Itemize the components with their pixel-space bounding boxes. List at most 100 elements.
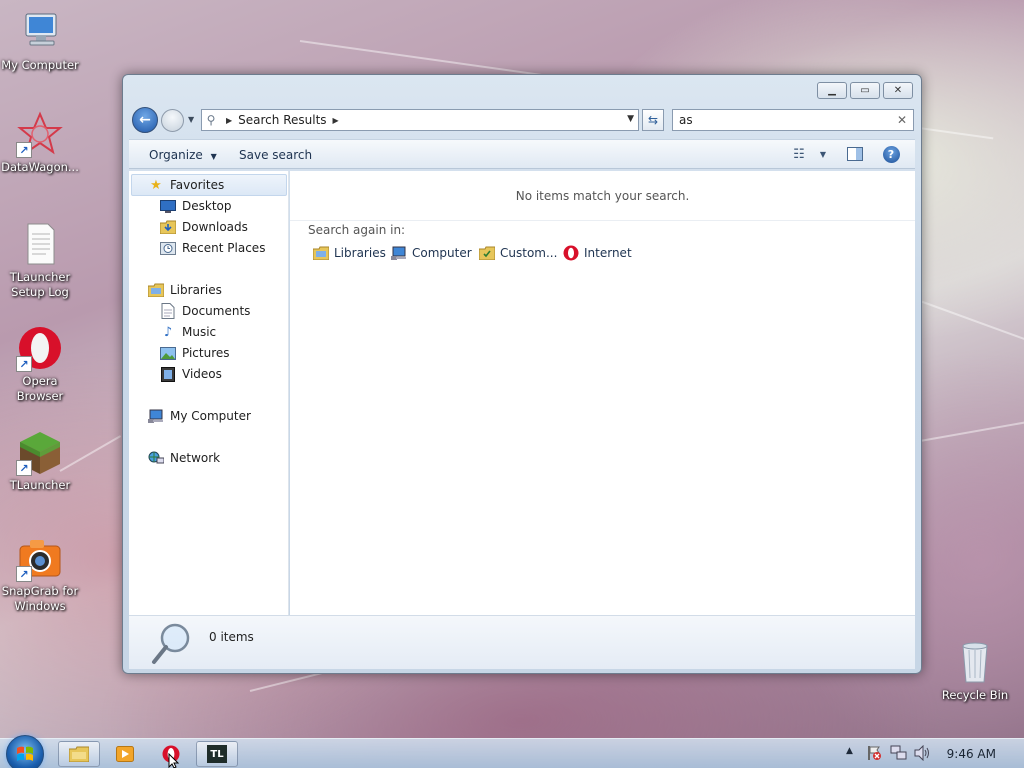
computer-icon	[147, 408, 165, 424]
mouse-cursor-icon	[168, 752, 180, 768]
desktop-icon-snapgrab[interactable]: ↗ SnapGrab for Windows	[0, 534, 80, 614]
minimize-icon: ▁	[828, 84, 836, 96]
desktop-icon-label: Recycle Bin	[941, 688, 1009, 702]
show-hidden-icons-button[interactable]: ▲	[846, 746, 853, 756]
datawagon-icon: ↗	[16, 110, 64, 158]
nav-item-label: Videos	[182, 367, 222, 381]
clear-search-icon[interactable]: ✕	[897, 113, 907, 127]
nav-item-recent-places[interactable]: Recent Places	[159, 238, 265, 258]
nav-item-desktop[interactable]: Desktop	[159, 196, 232, 216]
pictures-icon	[159, 345, 177, 361]
maximize-button[interactable]: ▭	[850, 82, 880, 99]
videos-icon	[159, 366, 177, 382]
recent-pages-dropdown[interactable]: ▼	[188, 115, 194, 124]
desktop-icon-label: TLauncher Setup Log	[9, 270, 71, 299]
close-icon: ✕	[893, 84, 903, 96]
search-input[interactable]: as ✕	[672, 109, 914, 131]
computer-icon	[16, 8, 64, 56]
search-again-label: Custom...	[500, 246, 558, 260]
breadcrumb-search-results[interactable]: Search Results	[238, 113, 326, 127]
nav-item-music[interactable]: ♪ Music	[159, 322, 216, 342]
custom-folder-icon	[478, 245, 496, 261]
search-again-label: Search again in:	[308, 223, 406, 237]
folder-icon	[69, 746, 89, 762]
shortcut-arrow-icon: ↗	[16, 566, 32, 582]
nav-item-label: Libraries	[170, 283, 222, 297]
close-button[interactable]: ✕	[883, 82, 913, 99]
taskbar-media-player[interactable]	[104, 741, 146, 767]
view-dropdown-icon[interactable]: ▼	[813, 145, 833, 163]
desktop-icon-recycle-bin[interactable]: Recycle Bin	[935, 638, 1015, 703]
help-icon: ?	[882, 145, 900, 163]
desktop-icon-tlauncher-setup-log[interactable]: TLauncher Setup Log	[0, 220, 80, 300]
action-center-icon[interactable]	[866, 745, 882, 764]
search-again-custom[interactable]: Custom...	[478, 245, 557, 261]
text-document-icon	[16, 220, 64, 268]
wallpaper-streak	[919, 300, 1024, 343]
nav-item-favorites[interactable]: ★ Favorites	[147, 175, 224, 195]
libraries-icon	[312, 245, 330, 261]
windows-logo-icon	[17, 746, 33, 761]
search-results-pane: No items match your search. Search again…	[290, 171, 915, 615]
nav-item-network[interactable]: Network	[147, 448, 220, 468]
desktop-icon-label: Opera Browser	[16, 374, 64, 403]
taskbar: TL ▲ 9:46 AM	[0, 735, 1024, 768]
nav-item-my-computer[interactable]: My Computer	[147, 406, 251, 426]
nav-item-videos[interactable]: Videos	[159, 364, 222, 384]
breadcrumb-separator-icon[interactable]: ▶	[226, 116, 232, 125]
preview-pane-icon[interactable]	[845, 145, 865, 163]
nav-item-downloads[interactable]: Downloads	[159, 217, 248, 237]
shortcut-arrow-icon: ↗	[16, 460, 32, 476]
start-button[interactable]	[6, 735, 44, 768]
forward-button[interactable]	[161, 109, 184, 132]
search-again-libraries[interactable]: Libraries	[312, 245, 386, 261]
no-items-message: No items match your search.	[290, 171, 915, 221]
maximize-icon: ▭	[860, 84, 870, 96]
nav-item-documents[interactable]: Documents	[159, 301, 250, 321]
view-options-icon[interactable]: ☷	[789, 145, 809, 163]
libraries-icon	[147, 282, 165, 298]
desktop-icon-label: SnapGrab for Windows	[1, 584, 79, 613]
address-bar[interactable]: ⚲ ▶ Search Results ▶ ▼	[201, 109, 639, 131]
desktop-icon-opera[interactable]: ↗ Opera Browser	[0, 324, 80, 404]
refresh-icon: ⇆	[647, 113, 659, 127]
network-icon	[147, 450, 165, 466]
breadcrumb-separator-icon[interactable]: ▶	[333, 116, 339, 125]
taskbar-explorer[interactable]	[58, 741, 100, 767]
desktop-folder-icon	[159, 198, 177, 214]
downloads-folder-icon	[159, 219, 177, 235]
desktop-icon-tlauncher[interactable]: ↗ TLauncher	[0, 428, 80, 493]
search-again-computer[interactable]: Computer	[390, 245, 472, 261]
organize-label: Organize	[149, 148, 203, 162]
taskbar-tlauncher[interactable]: TL	[196, 741, 238, 767]
volume-icon[interactable]	[914, 744, 932, 764]
desktop-icon-datawagon[interactable]: ↗ DataWagon...	[0, 110, 80, 175]
minimize-button[interactable]: ▁	[817, 82, 847, 99]
refresh-button[interactable]: ⇆	[642, 109, 664, 131]
save-search-button[interactable]: Save search	[239, 148, 312, 162]
network-tray-icon[interactable]	[890, 745, 908, 764]
address-dropdown-icon[interactable]: ▼	[627, 114, 634, 124]
search-again-label: Internet	[584, 246, 632, 260]
media-player-icon	[116, 746, 134, 762]
recent-places-icon	[159, 240, 177, 256]
desktop-icon-my-computer[interactable]: My Computer	[0, 8, 80, 73]
chevron-down-icon: ▼	[210, 152, 217, 161]
explorer-window[interactable]: ▁ ▭ ✕ ← ▼ ⚲ ▶ Search Results ▶ ▼ ⇆ as ✕ …	[122, 74, 922, 674]
help-button[interactable]: ?	[881, 145, 901, 163]
opera-icon	[562, 245, 580, 261]
minecraft-block-icon: ↗	[16, 428, 64, 476]
nav-item-libraries[interactable]: Libraries	[147, 280, 222, 300]
search-again-label: Computer	[412, 246, 472, 260]
nav-item-label: Documents	[182, 304, 251, 318]
taskbar-clock[interactable]: 9:46 AM	[947, 747, 996, 761]
search-again-internet[interactable]: Internet	[562, 245, 632, 261]
nav-item-pictures[interactable]: Pictures	[159, 343, 230, 363]
caption-buttons: ▁ ▭ ✕	[817, 82, 913, 99]
back-button[interactable]: ←	[132, 107, 158, 133]
nav-item-label: Pictures	[182, 346, 230, 360]
search-again-label: Libraries	[334, 246, 386, 260]
desktop-icon-label: My Computer	[1, 58, 79, 72]
organize-button[interactable]: Organize ▼	[149, 148, 217, 162]
tlauncher-icon: TL	[207, 745, 227, 763]
